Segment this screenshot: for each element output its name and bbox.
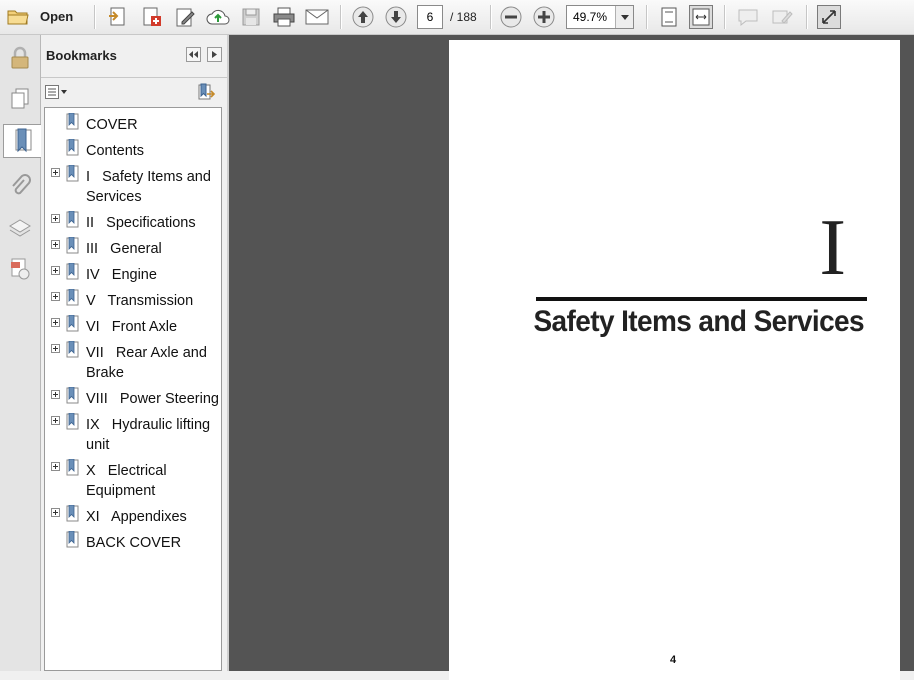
toolbar-separator <box>340 5 342 29</box>
bookmark-label: Contents <box>86 143 145 159</box>
combine-icon[interactable] <box>140 5 164 29</box>
bookmark-label: I Safety Items and Services <box>86 169 215 205</box>
bookmarks-panel: Bookmarks COVER Contents I Safety Items an… <box>41 35 227 671</box>
chevron-down-icon[interactable] <box>615 6 633 28</box>
bookmark-icon <box>66 504 80 526</box>
expand-toggle-icon[interactable] <box>51 344 60 353</box>
folder-icon[interactable] <box>6 5 30 29</box>
bookmark-label: IX Hydraulic lifting unit <box>86 417 215 453</box>
bookmark-icon <box>66 412 80 434</box>
divider <box>41 77 227 78</box>
page-number-input[interactable]: 6 <box>417 5 443 29</box>
new-bookmark-icon[interactable] <box>197 83 216 101</box>
toolbar-separator <box>490 5 492 29</box>
bookmark-label: VII Rear Axle and Brake <box>86 345 211 381</box>
bookmark-icon <box>66 138 80 160</box>
bookmark-label: V Transmission <box>86 293 194 309</box>
zoom-out-icon[interactable] <box>499 5 523 29</box>
sign-icon[interactable] <box>173 5 197 29</box>
bookmark-label: IV Engine <box>86 267 157 283</box>
create-pdf-icon[interactable] <box>106 5 130 29</box>
bookmark-icon <box>66 314 80 336</box>
upload-icon[interactable] <box>206 5 230 29</box>
bookmark-icon <box>66 458 80 480</box>
bookmark-label: III General <box>86 241 162 257</box>
chapter-title: Safety Items and Services <box>533 305 864 338</box>
bookmark-label: VI Front Axle <box>86 319 178 335</box>
attachment-icon[interactable] <box>4 170 36 202</box>
signature-icon[interactable] <box>4 253 36 285</box>
pdf-page: I Safety Items and Services 4 <box>449 40 900 680</box>
bookmark-label: BACK COVER <box>86 535 182 551</box>
title-rule <box>536 297 867 301</box>
toolbar-separator <box>806 5 808 29</box>
highlight-icon[interactable] <box>770 5 794 29</box>
fit-page-icon[interactable] <box>657 5 681 29</box>
bookmark-icon <box>66 164 80 186</box>
collapse-panel-icon[interactable] <box>186 47 201 62</box>
expand-toggle-icon[interactable] <box>51 318 60 327</box>
bookmark-icon <box>66 262 80 284</box>
comment-icon[interactable] <box>736 5 760 29</box>
toolbar-separator <box>94 5 96 29</box>
page-number: 4 <box>670 654 677 666</box>
bookmark-icon <box>66 210 80 232</box>
expand-toggle-icon[interactable] <box>51 390 60 399</box>
options-menu-icon[interactable] <box>45 84 69 100</box>
bookmark-tree[interactable]: COVER Contents I Safety Items and Services… <box>44 107 222 671</box>
page-up-icon[interactable] <box>351 5 375 29</box>
layers-icon[interactable] <box>4 212 36 244</box>
bookmark-label: COVER <box>86 117 138 133</box>
email-icon[interactable] <box>305 5 329 29</box>
toolbar-separator <box>646 5 648 29</box>
expand-toggle-icon[interactable] <box>51 292 60 301</box>
pages-icon[interactable] <box>4 83 36 115</box>
open-button[interactable]: Open <box>40 9 73 24</box>
bookmark-icon <box>66 386 80 408</box>
bookmark-label: X Electrical Equipment <box>86 463 171 499</box>
expand-toggle-icon[interactable] <box>51 214 60 223</box>
expand-toggle-icon[interactable] <box>51 168 60 177</box>
expand-toggle-icon[interactable] <box>51 266 60 275</box>
zoom-value: 49.7% <box>573 10 608 24</box>
zoom-in-icon[interactable] <box>532 5 556 29</box>
expand-toggle-icon[interactable] <box>51 462 60 471</box>
save-icon[interactable] <box>239 5 263 29</box>
bookmark-icon <box>66 236 80 258</box>
print-icon[interactable] <box>272 5 296 29</box>
expand-toggle-icon[interactable] <box>51 240 60 249</box>
bookmark-icon[interactable] <box>3 124 42 158</box>
main-toolbar: Open 6 / 188 49.7% <box>0 0 914 35</box>
bookmark-icon <box>66 112 80 134</box>
bookmark-icon <box>66 530 80 552</box>
bookmark-label: II Specifications <box>86 215 196 231</box>
fit-width-icon[interactable] <box>689 5 713 29</box>
fullscreen-icon[interactable] <box>817 5 841 29</box>
expand-toggle-icon[interactable] <box>51 508 60 517</box>
page-total: / 188 <box>450 10 477 24</box>
bookmark-label: XI Appendixes <box>86 509 187 525</box>
panel-title: Bookmarks <box>46 48 117 63</box>
bookmark-icon <box>66 340 80 362</box>
navigation-rail <box>0 35 42 671</box>
expand-toggle-icon[interactable] <box>51 416 60 425</box>
lock-icon[interactable] <box>4 42 36 74</box>
bookmark-label: VIII Power Steering <box>86 391 219 407</box>
page-down-icon[interactable] <box>384 5 408 29</box>
toolbar-separator <box>724 5 726 29</box>
chapter-numeral: I <box>819 204 846 292</box>
bookmark-icon <box>66 288 80 310</box>
document-view[interactable]: I Safety Items and Services 4 <box>229 35 914 680</box>
expand-panel-icon[interactable] <box>207 47 222 62</box>
zoom-select[interactable]: 49.7% <box>566 5 634 29</box>
